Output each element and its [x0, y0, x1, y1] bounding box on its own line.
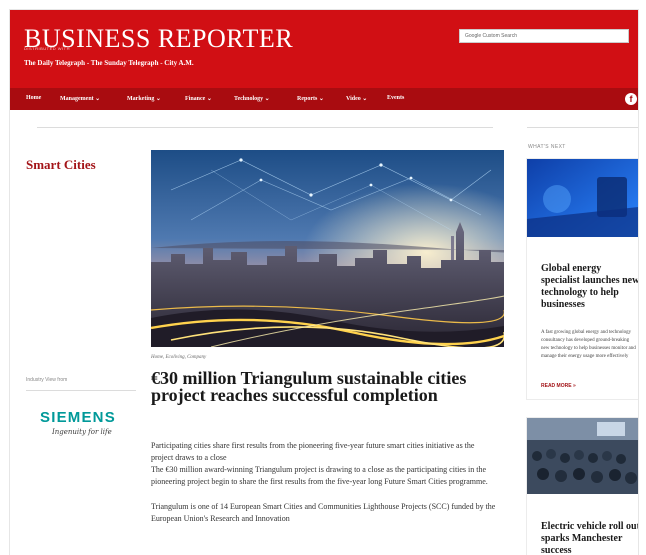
hero-image[interactable]	[151, 150, 504, 347]
nav-item-management[interactable]: Management ⌄	[60, 95, 100, 102]
search-input[interactable]: Google Custom Search	[459, 29, 629, 43]
city-skyline-image	[151, 150, 504, 347]
partner-tagline: The Daily Telegraph - The Sunday Telegra…	[24, 59, 194, 67]
nav-item-events[interactable]: Events	[387, 95, 404, 101]
top-divider	[37, 127, 493, 128]
masthead: BUSINESS REPORTER DISTRIBUTED WITH The D…	[10, 10, 638, 88]
article-headline[interactable]: €30 million Triangulum sustainable citie…	[151, 369, 491, 404]
page: BUSINESS REPORTER DISTRIBUTED WITH The D…	[10, 10, 638, 555]
sidebar-divider	[26, 390, 136, 391]
card-image	[527, 159, 638, 237]
facebook-icon[interactable]: f	[625, 93, 637, 105]
siemens-logo[interactable]: SIEMENS	[40, 409, 116, 426]
section-title[interactable]: Smart Cities	[26, 157, 96, 173]
whats-next-heading: WHAT'S NEXT	[528, 144, 566, 150]
nav-item-technology[interactable]: Technology ⌄	[234, 95, 270, 102]
related-card[interactable]: Electric vehicle roll out sparks Manches…	[527, 418, 638, 555]
siemens-tagline: Ingenuity for life	[52, 428, 112, 436]
brand-subtitle: DISTRIBUTED WITH	[24, 46, 70, 51]
nav-item-home[interactable]: Home	[26, 95, 41, 101]
article-paragraph: Triangulum is one of 14 European Smart C…	[151, 502, 496, 523]
related-card[interactable]: Global energy specialist launches new te…	[527, 159, 638, 399]
card-title[interactable]: Global energy specialist launches new te…	[541, 263, 638, 311]
card-title[interactable]: Electric vehicle roll out sparks Manches…	[541, 521, 638, 555]
nav-item-finance[interactable]: Finance ⌄	[185, 95, 212, 102]
breadcrumb[interactable]: Home, Ecoliving, Company	[151, 355, 206, 360]
read-more-link[interactable]: READ MORE »	[541, 383, 576, 389]
article-paragraph: Participating cities share first results…	[151, 441, 475, 462]
nav-item-reports[interactable]: Reports ⌄	[297, 95, 324, 102]
article-body: Participating cities share first results…	[151, 440, 496, 525]
right-top-divider	[527, 127, 638, 128]
nav-item-marketing[interactable]: Marketing ⌄	[127, 95, 161, 102]
card-blurb: A fast growing global energy and technol…	[541, 330, 636, 359]
main-nav: Home Management ⌄ Marketing ⌄ Finance ⌄ …	[10, 88, 638, 110]
article-paragraph: The €30 million award-winning Triangulum…	[151, 465, 488, 486]
nav-item-video[interactable]: Video ⌄	[346, 95, 367, 102]
card-image	[527, 418, 638, 494]
industry-view-label: Industry View from	[26, 377, 68, 383]
